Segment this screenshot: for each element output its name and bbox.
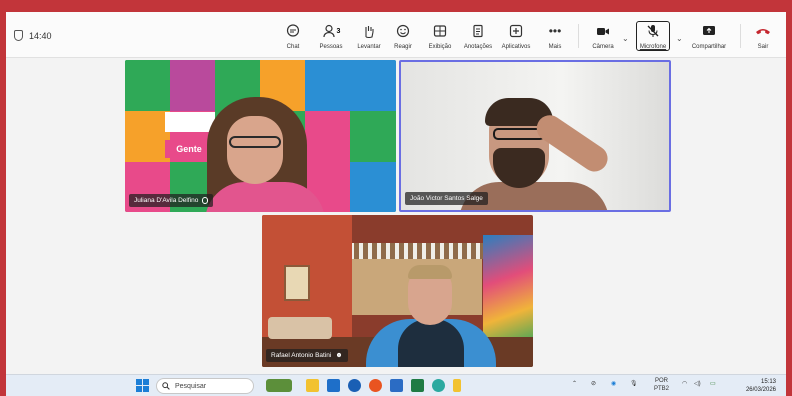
background-block [125,60,170,111]
participant-video-hair [408,265,452,279]
wifi-icon[interactable]: ◠ [682,380,687,387]
background-block [305,60,350,111]
background-block [350,162,396,212]
people-icon [322,24,335,38]
plus-box-icon [509,24,523,38]
people-count: 3 [336,27,341,35]
mic-off-icon [647,25,659,37]
start-button[interactable] [136,379,149,392]
timer-text: 14:40 [29,30,52,41]
microphone-button[interactable]: Microfone [631,22,675,50]
microphone-tray-icon[interactable]: 🎙 [630,380,638,387]
shield-icon [14,30,23,41]
people-icon: ☻ [335,352,343,359]
taskbar-clock[interactable]: 15:13 26/03/2026 [746,378,776,394]
camera-button[interactable]: Câmera [581,22,625,50]
background-block [350,60,396,111]
copilot-icon[interactable] [432,379,445,392]
chrome-icon[interactable] [369,379,382,392]
background-block [125,111,170,162]
hand-icon [365,26,374,38]
participant-video-glasses [229,136,281,148]
battery-icon[interactable]: ▭ [710,380,716,387]
participant-name-tag: Juliana D'Avila Delfino [129,194,214,207]
grid-icon [433,25,447,37]
participant-video-face [227,116,283,184]
video-tile-joao[interactable]: João Victor Santos Salge [399,60,671,212]
more-button[interactable]: ••• Mais [533,22,577,50]
video-tile-juliana[interactable]: Gente Juliana D'Avila Delfino [125,60,396,212]
meeting-window: 14:40 Chat 3 Pessoas Levantar Reagir Exi… [6,12,786,396]
camera-icon [597,28,609,35]
mic-muted-icon [202,197,209,204]
outlook-icon[interactable] [327,379,340,392]
video-tile-rafael[interactable]: Rafael Antonio Batini ☻ [262,215,533,367]
toolbar-divider [578,24,579,48]
meeting-timer: 14:40 [14,30,52,41]
background-block [170,60,215,111]
camera-options-chevron-icon[interactable]: ⌄ [622,34,629,43]
hang-up-icon [756,29,770,35]
participant-name-tag: João Victor Santos Salge [405,192,488,205]
virtual-background-sofa [268,317,332,339]
ellipsis-icon: ••• [548,24,562,38]
background-sign-text: Gente [165,140,213,158]
search-icon [162,382,170,390]
background-block [350,111,396,162]
leave-button[interactable]: Sair [741,22,785,50]
apps-button[interactable]: Aplicativos [494,22,538,50]
meeting-toolbar: 14:40 Chat 3 Pessoas Levantar Reagir Exi… [6,12,786,58]
smile-icon [396,24,410,38]
chat-icon [286,24,300,37]
share-icon [703,26,715,35]
notes-icon [473,24,483,38]
mic-options-chevron-icon[interactable]: ⌄ [676,34,683,43]
edge-icon[interactable] [348,379,361,392]
taskbar-search[interactable]: Pesquisar [156,378,254,394]
participant-name-tag: Rafael Antonio Batini ☻ [266,349,348,362]
background-sign [165,112,215,132]
virtual-background-artwork [284,265,310,301]
volume-icon[interactable]: ◁) [694,380,701,387]
background-block [305,111,350,162]
participant-video-shirt [398,319,464,367]
mute-icon[interactable]: ⊘ [591,380,596,387]
virtual-background-mural [483,235,533,345]
virtual-background-pergola [332,243,502,259]
windows-taskbar: Pesquisar ⌃ ⊘ ◉ 🎙 POR PTB2 ◠ ◁) ▭ 15:13 … [6,374,786,396]
widgets-icon[interactable] [266,379,292,392]
show-hidden-icons-chevron-icon[interactable]: ⌃ [572,380,577,387]
app-icon[interactable] [453,379,461,392]
security-icon[interactable]: ◉ [611,380,616,387]
share-button[interactable]: Compartilhar [687,22,731,50]
word-icon[interactable] [390,379,403,392]
file-explorer-icon[interactable] [306,379,319,392]
excel-icon[interactable] [411,379,424,392]
language-indicator[interactable]: POR PTB2 [654,377,669,393]
